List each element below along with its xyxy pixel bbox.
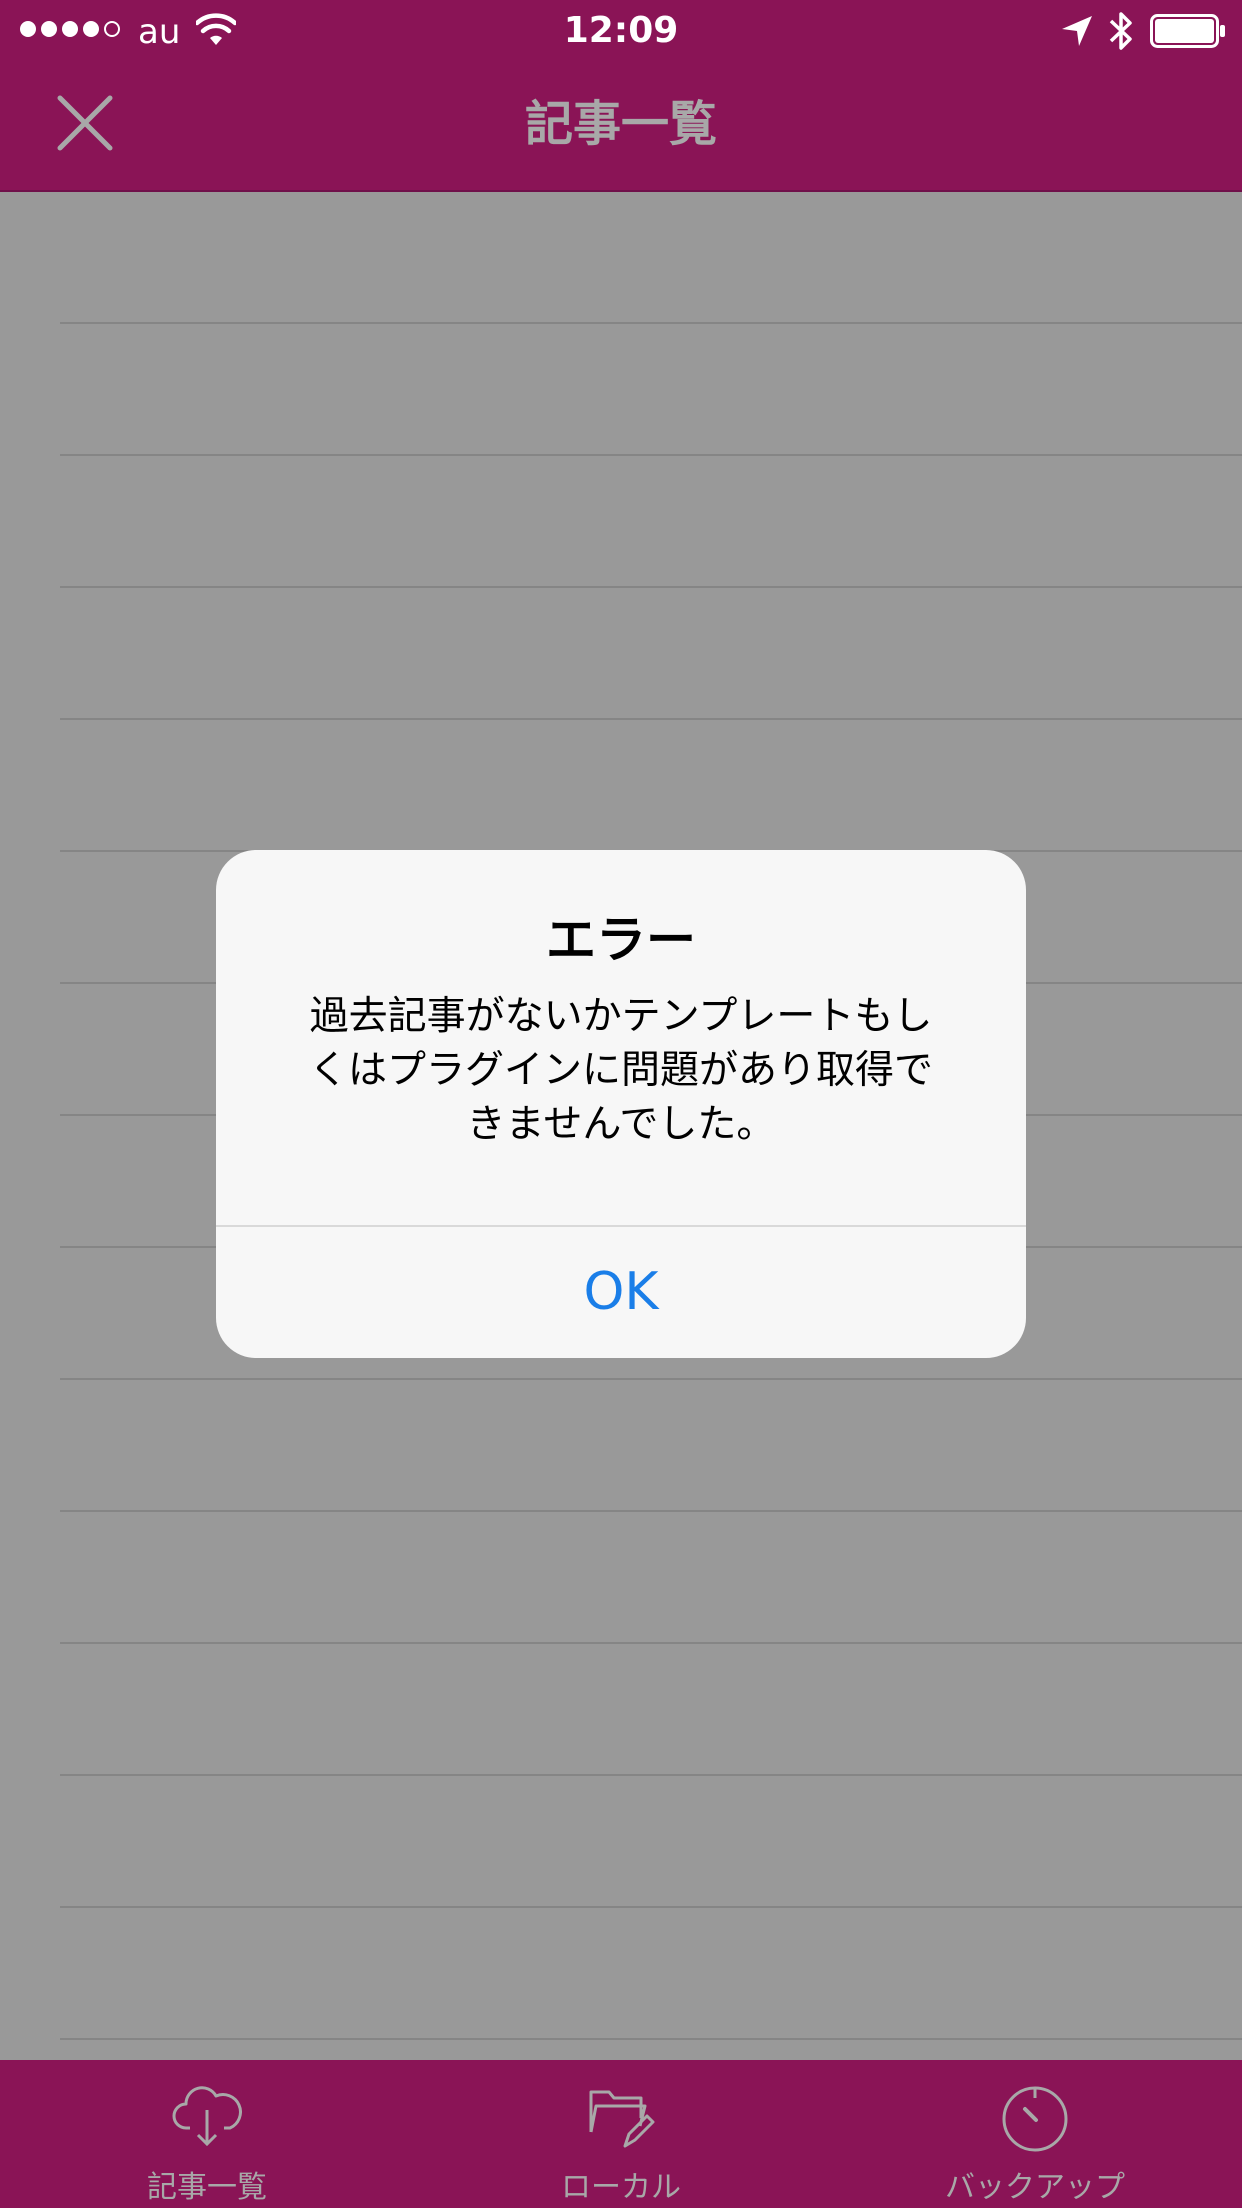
- tab-backup[interactable]: バックアップ: [828, 2060, 1242, 2208]
- list-item[interactable]: [60, 1776, 1242, 1908]
- timer-icon: [1002, 2086, 1068, 2152]
- close-icon[interactable]: [52, 90, 118, 156]
- ok-button[interactable]: OK: [216, 1227, 1026, 1358]
- alert-message-line: くはプラグインに問題があり取得で: [308, 1048, 933, 1093]
- signal-dot: [41, 21, 57, 37]
- wifi-icon: [196, 13, 236, 45]
- status-time: 12:09: [563, 10, 679, 51]
- navigation-bar: 記事一覧: [0, 62, 1242, 192]
- signal-dot: [20, 21, 36, 37]
- alert-message: 過去記事がないかテンプレートもし くはプラグインに問題があり取得で きませんでし…: [276, 990, 966, 1152]
- bluetooth-icon: [1109, 12, 1132, 50]
- signal-dot: [62, 21, 78, 37]
- page-title: 記事一覧: [524, 96, 717, 152]
- status-bar: au 12:09: [0, 0, 1242, 62]
- cloud-download-icon: [172, 2086, 242, 2147]
- alert-message-line: きませんでした。: [466, 1102, 776, 1147]
- alert-message-line: 過去記事がないかテンプレートもし: [309, 994, 933, 1039]
- tab-bar: 記事一覧 ローカル バックアップ: [0, 2060, 1242, 2208]
- list-item[interactable]: [60, 456, 1242, 588]
- list-item[interactable]: [60, 1512, 1242, 1644]
- folder-edit-icon: [589, 2090, 655, 2148]
- list-item[interactable]: [60, 1380, 1242, 1512]
- signal-dot: [83, 21, 99, 37]
- list-item[interactable]: [60, 324, 1242, 456]
- list-item[interactable]: [60, 720, 1242, 852]
- tab-label: 記事一覧: [147, 2170, 267, 2205]
- list-item[interactable]: [60, 192, 1242, 324]
- list-item[interactable]: [60, 1644, 1242, 1776]
- tab-article-list[interactable]: 記事一覧: [0, 2060, 414, 2208]
- carrier-name: au: [138, 12, 181, 52]
- tab-label: ローカル: [561, 2170, 681, 2205]
- error-alert-dialog: エラー 過去記事がないかテンプレートもし くはプラグインに問題があり取得で きま…: [216, 850, 1026, 1358]
- list-item[interactable]: [60, 588, 1242, 720]
- location-arrow-icon: [1062, 16, 1092, 46]
- tab-label: バックアップ: [945, 2170, 1125, 2205]
- alert-title: エラー: [546, 911, 696, 969]
- battery-icon: [1150, 14, 1225, 48]
- signal-dot-empty: [104, 21, 120, 37]
- signal-strength-indicator: [20, 21, 120, 37]
- list-item[interactable]: [60, 1908, 1242, 2040]
- tab-local[interactable]: ローカル: [414, 2060, 828, 2208]
